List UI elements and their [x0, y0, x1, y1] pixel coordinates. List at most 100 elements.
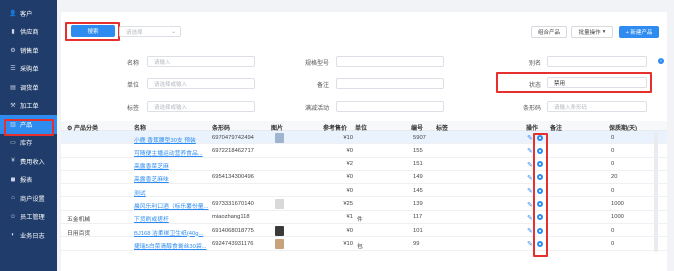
sidebar-item-label: 调货单 [20, 84, 39, 92]
caret-down-icon: ▾ [602, 29, 606, 35]
cell-category: 日用百货 [67, 230, 91, 237]
cell-code: 155 [413, 147, 423, 154]
sidebar-item-label: 业务日志 [20, 232, 45, 240]
cell-price: ¥10 [343, 134, 353, 141]
cell-name[interactable]: 捷瑞5白菜清醇食膏丝30袋... [134, 241, 210, 250]
cell-name[interactable]: 下货刷或搓杆 [134, 214, 210, 223]
status-highlight-box [496, 72, 652, 93]
sidebar-item[interactable]: ⌂ 商户设置 [0, 189, 57, 208]
cell-name[interactable]: BJ168 洁柔绑卫生纸(40g... [134, 228, 210, 237]
remark-input[interactable] [336, 78, 444, 89]
cell-code: 139 [413, 201, 423, 207]
sidebar-item-label: 供应商 [20, 29, 39, 37]
edit-icon[interactable]: ✎ [527, 134, 533, 142]
info-icon[interactable]: i [658, 58, 664, 64]
edit-icon[interactable]: ✎ [527, 174, 533, 182]
purchase-icon: ☰ [10, 66, 16, 73]
cell-barcode: miaozhang118 [212, 214, 250, 221]
model-input[interactable] [336, 56, 444, 67]
sidebar-item[interactable]: ⚙ 销售单 [0, 41, 57, 60]
unit-input[interactable]: 请选择或输入 [147, 78, 255, 89]
table-row[interactable]: 五金机械 下货刷或搓杆 miaozhang118 ¥1 件 117 1000 ✎ [61, 211, 667, 225]
sidebar-item[interactable]: 👤 客户 [0, 4, 57, 23]
process-icon: ⚒ [10, 103, 16, 110]
edit-icon[interactable]: ✎ [527, 147, 533, 155]
table-row[interactable]: 高露香菜芝麻 ¥2 151 0 ✎ [61, 158, 667, 171]
sidebar-item-label: 费用收入 [20, 158, 45, 166]
combo-product-button[interactable]: 组合产品 [531, 26, 567, 38]
cell-shelf: 0 [611, 161, 615, 168]
cell-name[interactable]: 高露香芝麻味 [134, 174, 210, 183]
edit-icon[interactable]: ✎ [527, 161, 533, 169]
cell-name[interactable]: 晨风乐利口酒（标乐薯份量... [134, 201, 210, 210]
alias-label: 别名 [528, 61, 541, 67]
cell-name[interactable]: 小鹿 香蕉腰型30支 预装 [134, 135, 210, 144]
sidebar-item[interactable]: ¥ 费用收入 [0, 152, 57, 171]
table-row[interactable]: 可随便主播运动营养食品... 6972218462717 ¥0 155 0 ✎ [61, 144, 667, 158]
tag-input[interactable]: 请选择或输入 [147, 101, 255, 112]
remark-label: 备注 [316, 83, 329, 89]
table-row[interactable]: 日用百货 BJ168 洁柔绑卫生纸(40g... 6914068018775 ¥0 10… [61, 224, 667, 238]
sidebar-item-label: 报表 [20, 177, 33, 185]
inventory-icon: ▭ [10, 140, 16, 147]
cell-price: ¥25 [343, 201, 353, 207]
product-image[interactable] [275, 238, 284, 249]
cell-barcode: 6914068018775 [212, 227, 254, 234]
batch-operation-button[interactable]: 批量操作 ▾ [571, 26, 613, 38]
table-row[interactable]: 高露香芝麻味 6954134300496 ¥0 149 20 ✎ [61, 171, 667, 185]
product-image[interactable] [275, 199, 284, 209]
edit-icon[interactable]: ✎ [527, 214, 533, 222]
sidebar-item[interactable]: ☰ 采购单 [0, 60, 57, 79]
cell-name[interactable]: 高露香菜芝麻 [134, 161, 210, 170]
cell-price: ¥0 [346, 147, 353, 154]
cell-shelf: 1000 [611, 214, 624, 221]
cell-shelf: 20 [611, 174, 618, 181]
product-image[interactable] [275, 132, 284, 143]
cell-barcode: 6954134300496 [212, 174, 254, 181]
cell-price: ¥1 [346, 214, 353, 221]
edit-icon[interactable]: ✎ [527, 227, 533, 235]
new-product-button[interactable]: + 新建产品 [619, 26, 659, 38]
cell-price: ¥0 [346, 227, 353, 234]
sidebar-item[interactable]: ◐ 业务日志 [0, 226, 57, 245]
cell-barcode: 6972218462717 [212, 147, 254, 154]
table-row[interactable]: 测试 ¥0 145 0 ✎ [61, 184, 667, 198]
cell-barcode: 6924743931176 [212, 240, 254, 247]
edit-icon[interactable]: ✎ [527, 187, 533, 195]
sidebar-item[interactable]: ◼ 报表 [0, 171, 57, 190]
sidebar-item[interactable]: ⚒ 加工单 [0, 97, 57, 116]
settings-icon: ⌂ [11, 195, 15, 202]
table-row[interactable]: 晨风乐利口酒（标乐薯份量... 6973331670140 ¥25 139 1000 ✎ [61, 198, 667, 211]
cell-category: 五金机械 [67, 217, 91, 224]
sidebar: 👤 客户 ▮ 供应商 ⚙ 销售单 ☰ 采购单 ▤ 调货单 ⚒ 加工单 ▥ 产品 ▭ 库存 ¥ 费用收入 ◼ 报表 ⌂ 商户… [0, 0, 57, 271]
cell-name[interactable]: 测试 [134, 188, 210, 197]
edit-icon[interactable]: ✎ [527, 201, 533, 209]
promo-input[interactable] [336, 101, 444, 112]
sidebar-item-label: 商户设置 [20, 195, 45, 203]
main-area: 搜索 请选择 ⌄ 组合产品 批量操作 ▾ + 新建产品 名称 请输入 规格型号 … [57, 0, 674, 271]
report-icon: ◼ [10, 177, 16, 184]
table-row[interactable]: 捷瑞5白菜清醇食膏丝30袋... 6924743931176 ¥10 包 99 0 ✎ [61, 237, 667, 251]
sidebar-item[interactable]: ▭ 库存 [0, 134, 57, 153]
barcode-input[interactable]: 请输入条形码 [547, 101, 647, 112]
cell-barcode: 6973331670140 [212, 201, 254, 207]
cell-name[interactable]: 可随便主播运动营养食品... [134, 148, 210, 157]
cell-price: ¥2 [346, 161, 353, 168]
cell-price: ¥0 [346, 187, 353, 194]
product-image[interactable] [275, 225, 284, 236]
name-label: 名称 [126, 61, 139, 67]
sidebar-item[interactable]: ▤ 调货单 [0, 78, 57, 97]
cell-shelf: 0 [611, 240, 615, 247]
name-input[interactable]: 请输入 [147, 56, 255, 67]
alias-input[interactable] [547, 56, 647, 67]
user-icon: 👤 [9, 10, 17, 17]
sidebar-item[interactable]: ▮ 供应商 [0, 23, 57, 42]
table-row[interactable]: 小鹿 香蕉腰型30支 预装 6970479742494 ¥10 5907 0 ✎ [61, 131, 667, 145]
sidebar-item[interactable]: ☺ 员工管理 [0, 208, 57, 227]
log-icon: ◐ [11, 232, 15, 239]
promo-label: 满减活动 [304, 106, 329, 112]
edit-icon[interactable]: ✎ [527, 240, 533, 248]
type-select[interactable]: 请选择 ⌄ [119, 26, 181, 37]
table-scrollbar[interactable] [654, 132, 658, 252]
staff-icon: ☺ [9, 213, 17, 220]
